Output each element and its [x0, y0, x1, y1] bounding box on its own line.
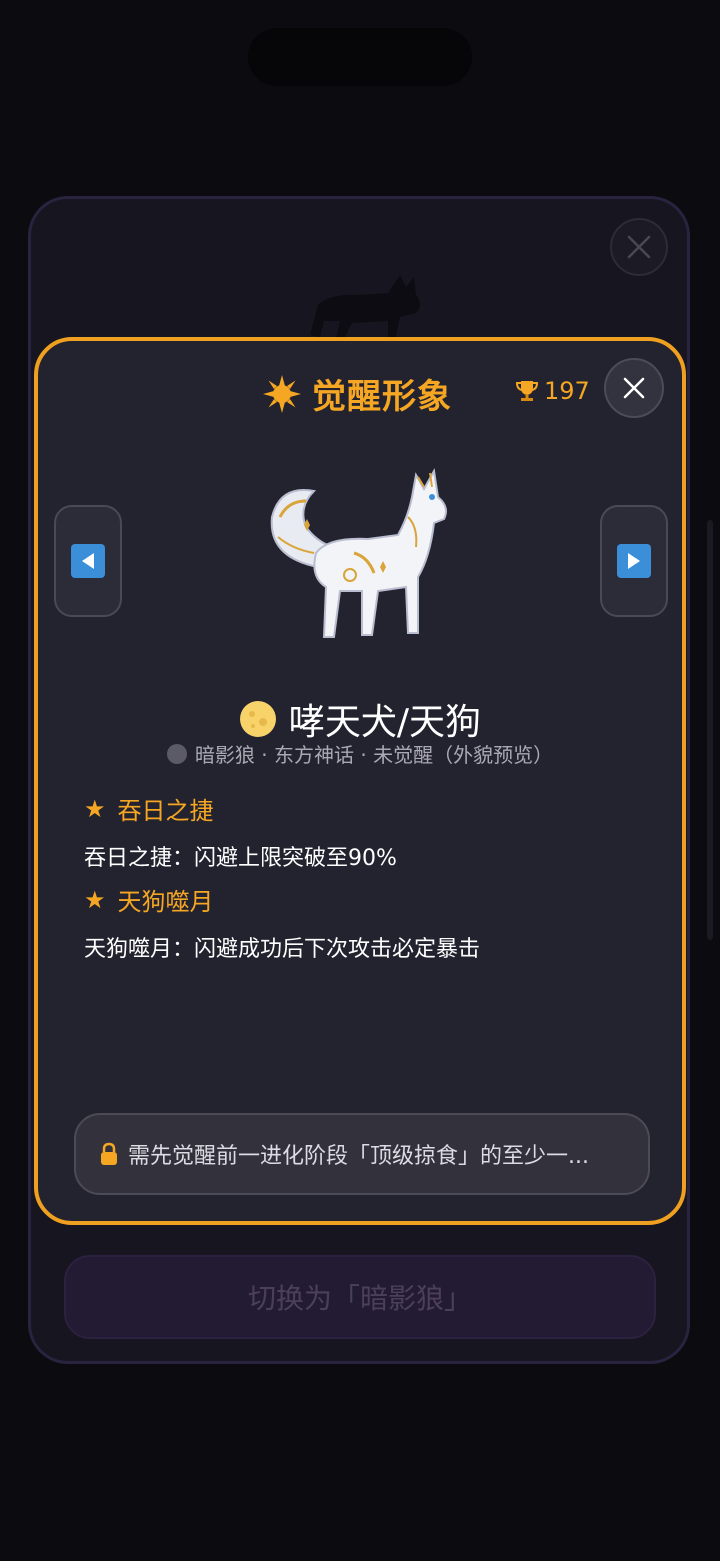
background-scrollbar — [707, 520, 713, 940]
skill-description: 天狗噬月：闪避成功后下次攻击必定暴击 — [84, 937, 481, 962]
background-close-button[interactable] — [610, 218, 668, 276]
locked-requirement-bar[interactable]: 需先觉醒前一进化阶段「顶级掠食」的至少一... — [74, 1113, 650, 1195]
skill-item: ★ 天狗噬月 天狗噬月：闪避成功后下次攻击必定暴击 — [84, 882, 480, 963]
arrow-right-icon — [617, 544, 651, 578]
lock-icon — [101, 1142, 117, 1165]
switch-form-label: 切换为「暗影狼」 — [247, 1282, 472, 1315]
skill-title: 天狗噬月 — [117, 888, 214, 916]
sun-icon — [263, 374, 301, 413]
next-form-button[interactable] — [600, 505, 668, 617]
skill-item: ★ 吞日之捷 吞日之捷：闪避上限突破至90% — [84, 791, 397, 872]
status-pill — [248, 28, 472, 86]
base-form-icon — [166, 743, 187, 764]
character-meta: 暗影狼 · 东方神话 · 未觉醒（外貌预览） — [194, 743, 554, 767]
background-wolf-image — [310, 275, 420, 339]
moon-icon — [239, 701, 276, 737]
switch-form-button[interactable]: 切换为「暗影狼」 — [64, 1255, 656, 1339]
character-name-row: 哮天犬/天狗 — [38, 693, 682, 745]
arrow-left-icon — [71, 544, 105, 578]
close-icon — [623, 377, 645, 399]
modal-title-group: 觉醒形象 — [262, 369, 452, 418]
character-meta-row: 暗影狼 · 东方神话 · 未觉醒（外貌预览） — [38, 739, 682, 768]
prev-form-button[interactable] — [54, 505, 122, 617]
close-button[interactable] — [604, 358, 664, 418]
skill-title: 吞日之捷 — [117, 797, 214, 825]
lock-message: 需先觉醒前一进化阶段「顶级掠食」的至少一... — [128, 1144, 589, 1169]
star-icon: ★ — [84, 885, 106, 914]
trophy-icon — [515, 381, 539, 401]
skill-title-row: ★ 吞日之捷 — [84, 791, 397, 826]
character-name: 哮天犬/天狗 — [288, 702, 482, 743]
trophy-count: 197 — [544, 377, 590, 405]
skill-title-row: ★ 天狗噬月 — [84, 882, 480, 917]
character-portrait — [270, 467, 447, 638]
modal-header: 觉醒形象 197 — [38, 341, 682, 441]
star-icon: ★ — [84, 794, 106, 823]
skill-description: 吞日之捷：闪避上限突破至90% — [84, 846, 397, 871]
awaken-form-modal: 觉醒形象 197 哮天犬/天狗 暗影狼 · 东方神话 · 未觉醒（外貌预览） ★… — [34, 337, 686, 1225]
close-icon — [627, 235, 651, 259]
trophy-counter: 197 — [514, 377, 590, 405]
modal-title: 觉醒形象 — [312, 377, 452, 417]
